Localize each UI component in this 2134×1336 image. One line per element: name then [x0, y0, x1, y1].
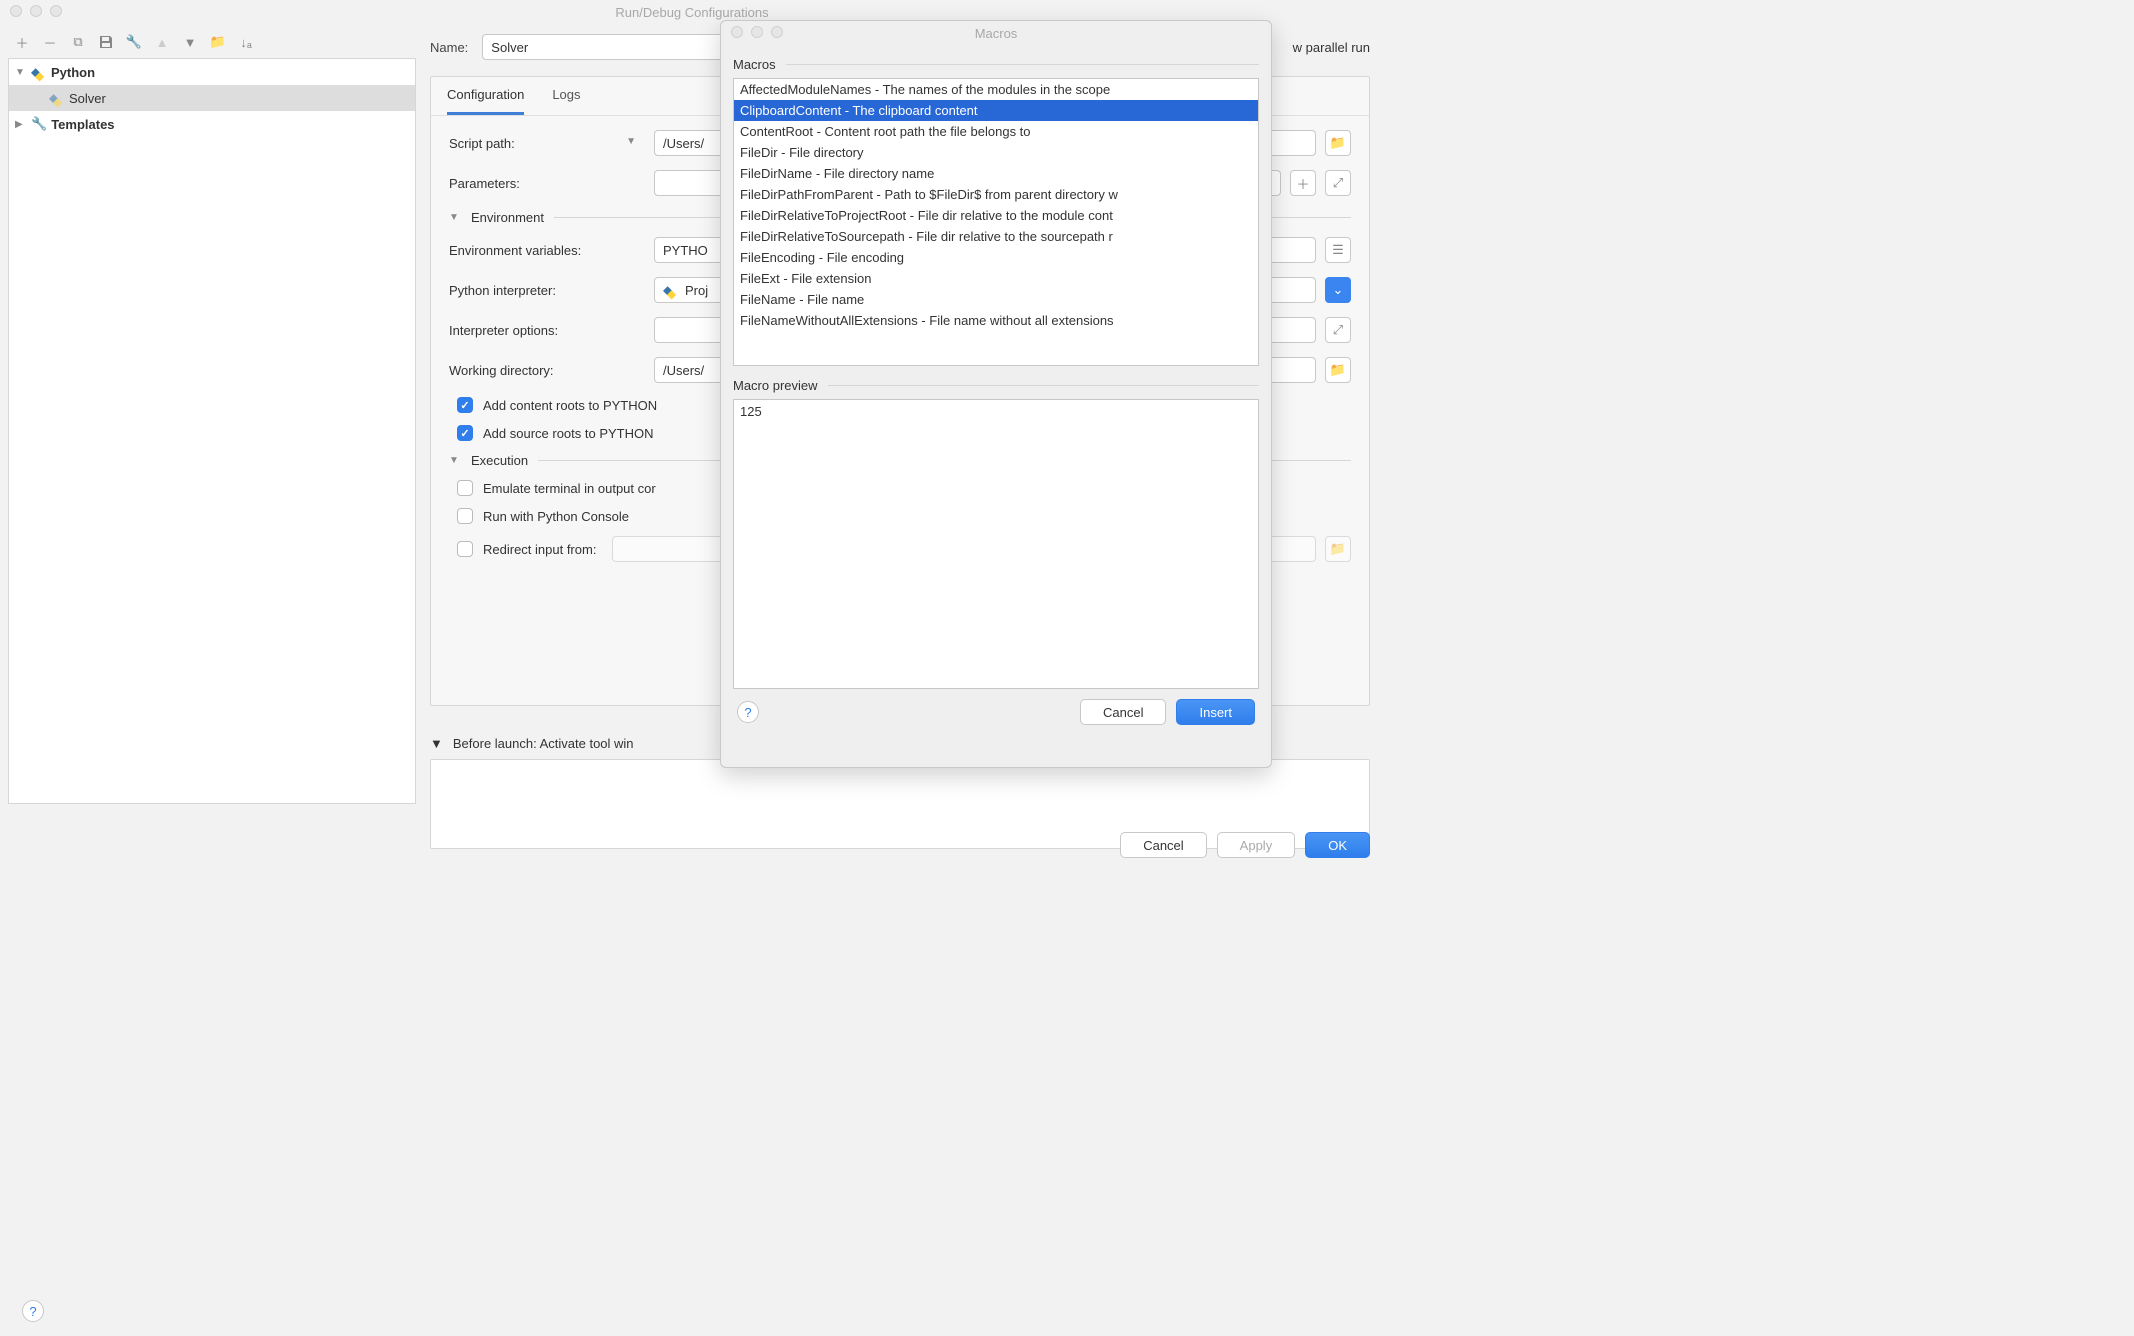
zoom-dot[interactable] — [50, 5, 62, 17]
window-controls — [10, 5, 62, 17]
cancel-button[interactable]: Cancel — [1120, 832, 1206, 858]
ok-button[interactable]: OK — [1305, 832, 1370, 858]
close-dot[interactable] — [10, 5, 22, 17]
macros-titlebar: Macros — [721, 21, 1271, 45]
tree-label: Templates — [51, 117, 114, 132]
config-tree[interactable]: ▼ Python Solver ▶ 🔧 Templates — [8, 58, 416, 804]
python-icon — [49, 90, 65, 106]
chevron-down-icon[interactable]: ▼ — [430, 736, 443, 751]
chk-label: Emulate terminal in output cor — [483, 481, 656, 496]
wrench-icon: 🔧 — [31, 116, 47, 132]
macro-item[interactable]: FileDirName - File directory name — [734, 163, 1258, 184]
close-dot[interactable] — [731, 26, 743, 38]
script-path-label: Script path: ▼ — [449, 136, 644, 151]
macros-list[interactable]: AffectedModuleNames - The names of the m… — [733, 78, 1259, 366]
tree-node-solver[interactable]: Solver — [9, 85, 415, 111]
chevron-down-icon[interactable]: ▼ — [626, 136, 644, 147]
add-icon[interactable]: ＋ — [14, 34, 30, 50]
macro-item[interactable]: FileEncoding - File encoding — [734, 247, 1258, 268]
checkbox-checked-icon[interactable] — [457, 425, 473, 441]
apply-button[interactable]: Apply — [1217, 832, 1296, 858]
chk-label: Add content roots to PYTHON — [483, 398, 657, 413]
macros-dialog: Macros Macros AffectedModuleNames - The … — [720, 20, 1272, 768]
macro-preview-value: 125 — [740, 404, 762, 419]
python-icon — [31, 64, 47, 80]
checkbox-checked-icon[interactable] — [457, 397, 473, 413]
help-icon[interactable]: ? — [737, 701, 759, 723]
dropdown-toggle[interactable]: ⌄ — [1325, 277, 1351, 303]
env-vars-label: Environment variables: — [449, 243, 644, 258]
macros-title: Macros — [975, 26, 1018, 41]
help-icon[interactable]: ? — [22, 1300, 44, 1322]
browse-folder-icon[interactable]: 📁 — [1325, 130, 1351, 156]
macro-item[interactable]: FileNameWithoutAllExtensions - File name… — [734, 310, 1258, 331]
macros-body: Macros AffectedModuleNames - The names o… — [721, 45, 1271, 737]
macro-item[interactable]: FileDirRelativeToSourcepath - File dir r… — [734, 226, 1258, 247]
chevron-down-icon[interactable]: ▼ — [15, 67, 27, 78]
remove-icon[interactable]: － — [42, 34, 58, 50]
folder-icon[interactable]: 📁 — [210, 34, 226, 50]
checkbox-icon[interactable] — [457, 541, 473, 557]
macros-bottom: ? Cancel Insert — [733, 689, 1259, 727]
sort-icon[interactable]: ↓ₐ — [238, 34, 254, 50]
expand-icon[interactable]: ⤢ — [1325, 170, 1351, 196]
checkbox-icon[interactable] — [457, 508, 473, 524]
main-title: Run/Debug Configurations — [615, 5, 768, 20]
tab-configuration[interactable]: Configuration — [447, 87, 524, 115]
macros-cancel-button[interactable]: Cancel — [1080, 699, 1166, 725]
list-icon[interactable]: ☰ — [1325, 237, 1351, 263]
chevron-right-icon[interactable]: ▶ — [15, 119, 27, 130]
macro-item[interactable]: FileDir - File directory — [734, 142, 1258, 163]
expand-icon[interactable]: ⤢ — [1325, 317, 1351, 343]
parameters-label: Parameters: — [449, 176, 644, 191]
macro-item[interactable]: FileName - File name — [734, 289, 1258, 310]
section-title: Environment — [471, 210, 544, 225]
macro-item[interactable]: AffectedModuleNames - The names of the m… — [734, 79, 1258, 100]
window-controls — [731, 26, 783, 38]
down-icon[interactable]: ▼ — [182, 34, 198, 50]
wrench-icon[interactable]: 🔧 — [126, 34, 142, 50]
macro-item[interactable]: FileDirRelativeToProjectRoot - File dir … — [734, 205, 1258, 226]
zoom-dot[interactable] — [771, 26, 783, 38]
allow-parallel-label[interactable]: w parallel run — [1293, 40, 1370, 55]
macros-insert-button[interactable]: Insert — [1176, 699, 1255, 725]
minimize-dot[interactable] — [30, 5, 42, 17]
name-label: Name: — [430, 40, 468, 55]
chk-label: Redirect input from: — [483, 542, 596, 557]
bottom-bar: ? Cancel Apply OK — [1120, 832, 1370, 858]
macro-item[interactable]: FileDirPathFromParent - Path to $FileDir… — [734, 184, 1258, 205]
working-dir-label: Working directory: — [449, 363, 644, 378]
config-toolbar: ＋ － ⧉ 🔧 ▲ ▼ 📁 ↓ₐ — [8, 34, 416, 58]
left-panel: ＋ － ⧉ 🔧 ▲ ▼ 📁 ↓ₐ ▼ Python Sol — [0, 24, 424, 824]
macro-item[interactable]: ContentRoot - Content root path the file… — [734, 121, 1258, 142]
save-icon[interactable] — [98, 34, 114, 50]
tree-label: Solver — [69, 91, 106, 106]
copy-icon[interactable]: ⧉ — [70, 34, 86, 50]
tab-logs[interactable]: Logs — [552, 87, 580, 115]
before-launch-label: Before launch: Activate tool win — [453, 736, 634, 751]
tree-node-python[interactable]: ▼ Python — [9, 59, 415, 85]
interp-options-label: Interpreter options: — [449, 323, 644, 338]
chk-label: Add source roots to PYTHON — [483, 426, 654, 441]
browse-folder-icon[interactable]: 📁 — [1325, 536, 1351, 562]
interpreter-label: Python interpreter: — [449, 283, 644, 298]
chk-label: Run with Python Console — [483, 509, 629, 524]
python-icon — [663, 282, 679, 298]
chevron-down-icon[interactable]: ▼ — [449, 212, 461, 223]
browse-folder-icon[interactable]: 📁 — [1325, 357, 1351, 383]
minimize-dot[interactable] — [751, 26, 763, 38]
macros-list-label: Macros — [733, 57, 1259, 72]
tree-label: Python — [51, 65, 95, 80]
macro-item[interactable]: FileExt - File extension — [734, 268, 1258, 289]
macro-item[interactable]: ClipboardContent - The clipboard content — [734, 100, 1258, 121]
up-icon[interactable]: ▲ — [154, 34, 170, 50]
chevron-down-icon[interactable]: ▼ — [449, 455, 461, 466]
section-title: Execution — [471, 453, 528, 468]
macro-preview-label: Macro preview — [733, 378, 1259, 393]
tree-node-templates[interactable]: ▶ 🔧 Templates — [9, 111, 415, 137]
checkbox-icon[interactable] — [457, 480, 473, 496]
add-icon[interactable]: ＋ — [1290, 170, 1316, 196]
macro-preview[interactable]: 125 — [733, 399, 1259, 689]
